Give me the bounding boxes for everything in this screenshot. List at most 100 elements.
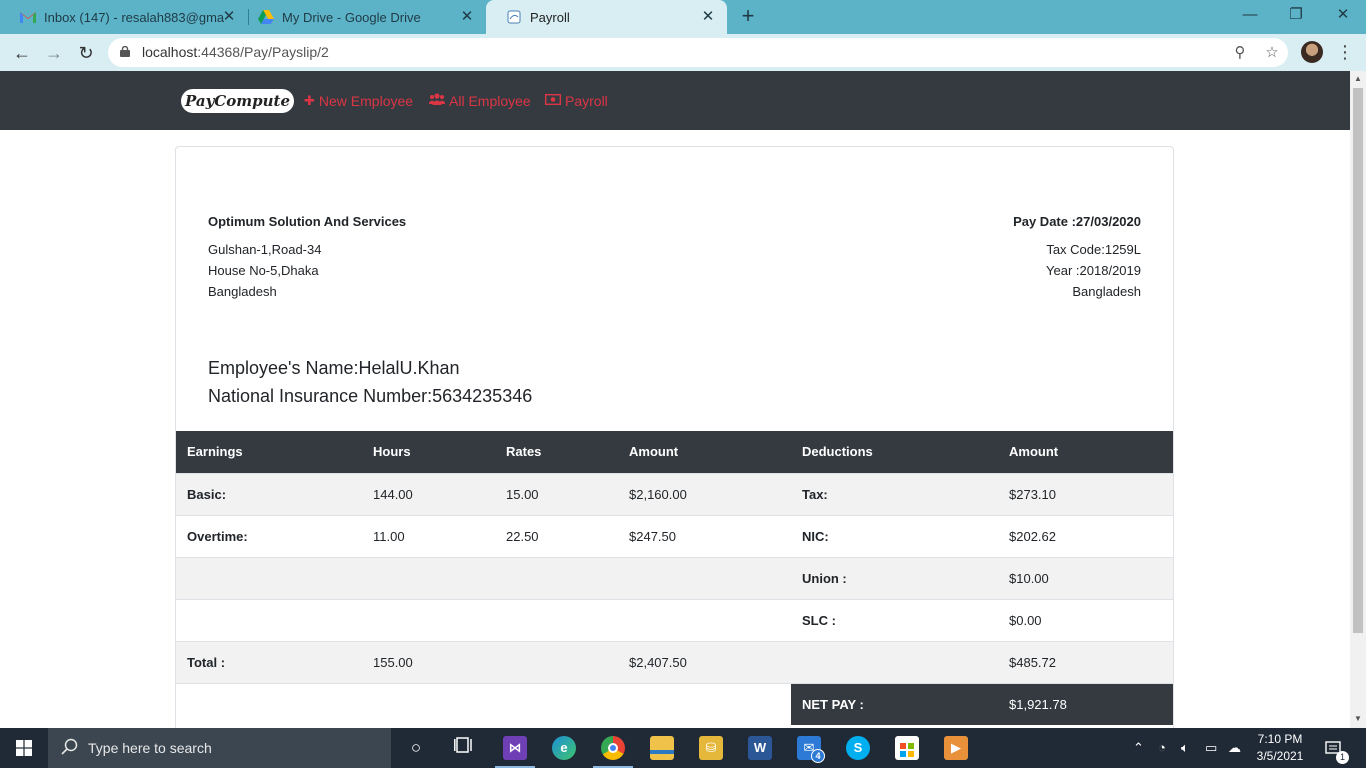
- close-tab-icon[interactable]: ✕: [699, 8, 717, 26]
- cortana-icon[interactable]: ○: [404, 736, 428, 760]
- search-placeholder: Type here to search: [88, 740, 212, 756]
- brand-logo[interactable]: PayCompute: [181, 89, 294, 113]
- table-row: Basic: 144.00 15.00 $2,160.00 Tax: $273.…: [176, 472, 1173, 515]
- total-label: Total :: [176, 640, 362, 683]
- gmail-icon: [20, 9, 36, 25]
- tab-title: Payroll: [530, 9, 570, 25]
- earning-label: Basic:: [176, 472, 362, 515]
- ni-number: National Insurance Number:5634235346: [208, 386, 533, 406]
- notification-icon[interactable]: 1: [1325, 728, 1349, 768]
- taskbar-search-input[interactable]: Type here to search: [48, 728, 391, 768]
- media-player-icon[interactable]: ▶: [944, 736, 968, 760]
- column-header: Deductions: [791, 431, 998, 473]
- zoom-icon[interactable]: ⚲: [1229, 42, 1251, 64]
- column-header: Earnings: [176, 431, 362, 473]
- clock-time: 7:10 PM: [1257, 732, 1303, 746]
- close-window-button[interactable]: ✕: [1320, 0, 1366, 30]
- tax-year: Year :2018/2019: [1046, 263, 1141, 278]
- forward-icon[interactable]: →: [41, 40, 67, 66]
- new-tab-button[interactable]: +: [737, 5, 759, 29]
- rate-cell: [495, 556, 618, 599]
- tab-payroll[interactable]: Payroll ✕: [486, 0, 727, 34]
- address-bar-row: ← → ↻ localhost:44368/Pay/Payslip/2 ⚲ ☆: [0, 34, 1366, 71]
- url-input[interactable]: localhost:44368/Pay/Payslip/2 ⚲ ☆: [108, 38, 1288, 67]
- employee-info: Employee's Name:HelalU.Khan National Ins…: [208, 354, 532, 410]
- chevron-up-icon[interactable]: ⌃: [1133, 728, 1144, 768]
- deduction-label: Union :: [791, 556, 998, 599]
- plus-icon: ✚: [304, 93, 315, 108]
- file-explorer-icon[interactable]: [650, 736, 674, 760]
- mail-badge: 4: [811, 749, 825, 763]
- amount-cell: [618, 598, 791, 641]
- users-icon: [428, 91, 446, 111]
- tab-gmail[interactable]: Inbox (147) - resalah883@gmail.c ✕: [0, 0, 248, 34]
- nav-new-employee[interactable]: ✚ New Employee: [304, 91, 413, 111]
- deduction-label: Tax:: [791, 472, 998, 515]
- address-line: House No-5,Dhaka: [208, 263, 319, 278]
- chrome-icon[interactable]: [601, 736, 625, 760]
- deduction-label: NIC:: [791, 514, 998, 557]
- table-row: Union : $10.00: [176, 556, 1173, 599]
- start-button[interactable]: [0, 728, 48, 768]
- scroll-up-icon[interactable]: ▲: [1354, 74, 1362, 83]
- onedrive-icon[interactable]: ☁: [1228, 728, 1241, 768]
- total-hours: 155.00: [362, 640, 495, 683]
- empty-cell: [362, 682, 495, 725]
- deduction-amount-cell: $202.62: [998, 514, 1173, 557]
- earning-label: [176, 598, 362, 641]
- total-row: Total : 155.00 $2,407.50 $485.72: [176, 640, 1173, 683]
- page-icon: [506, 9, 522, 25]
- scroll-down-icon[interactable]: ▼: [1354, 714, 1362, 723]
- deduction-label: [791, 640, 998, 683]
- skype-icon[interactable]: S: [846, 736, 870, 760]
- nav-all-employee[interactable]: All Employee: [428, 91, 531, 111]
- total-deductions: $485.72: [998, 640, 1173, 683]
- restore-button[interactable]: ❐: [1273, 0, 1319, 30]
- column-header: Rates: [495, 431, 618, 473]
- hours-cell: [362, 556, 495, 599]
- close-tab-icon[interactable]: ✕: [458, 8, 476, 26]
- lock-icon: [120, 46, 130, 57]
- search-icon: [61, 738, 78, 755]
- volume-icon[interactable]: 🔈︎: [1181, 728, 1189, 768]
- vertical-scrollbar[interactable]: ▲ ▼: [1350, 71, 1366, 728]
- column-header: Amount: [998, 431, 1173, 473]
- mail-icon[interactable]: ✉ 4: [797, 736, 825, 763]
- url-host: localhost: [142, 44, 198, 60]
- store-icon[interactable]: [895, 736, 919, 760]
- tab-title: Inbox (147) - resalah883@gmail.c: [44, 9, 224, 25]
- payslip-card: Optimum Solution And Services Gulshan-1,…: [175, 146, 1174, 728]
- nav-payroll[interactable]: Payroll: [544, 91, 608, 111]
- net-pay-row: NET PAY : $1,921.78: [176, 682, 1173, 725]
- country: Bangladesh: [1072, 284, 1141, 299]
- profile-avatar[interactable]: [1301, 41, 1323, 63]
- wifi-icon[interactable]: ◔: [1158, 728, 1166, 768]
- edge-icon[interactable]: e: [552, 736, 576, 760]
- visual-studio-icon[interactable]: ⋈: [503, 736, 527, 760]
- rate-cell: [495, 598, 618, 641]
- scrollbar-thumb[interactable]: [1353, 88, 1363, 633]
- amount-cell: $2,160.00: [618, 472, 791, 515]
- back-icon[interactable]: ←: [9, 40, 35, 66]
- tab-google-drive[interactable]: My Drive - Google Drive ✕: [238, 0, 486, 34]
- company-info: Optimum Solution And Services Gulshan-1,…: [208, 211, 406, 302]
- task-view-icon[interactable]: [452, 736, 476, 760]
- menu-icon[interactable]: ⋮: [1336, 40, 1354, 64]
- battery-icon[interactable]: ▭: [1205, 728, 1217, 768]
- taskbar-clock[interactable]: 7:10 PM 3/5/2021: [1252, 731, 1308, 765]
- browser-tabstrip: Inbox (147) - resalah883@gmail.c ✕ My Dr…: [0, 0, 1366, 34]
- minimize-button[interactable]: —: [1227, 0, 1273, 30]
- reload-icon[interactable]: ↻: [73, 40, 99, 66]
- empty-cell: [618, 682, 791, 725]
- word-icon[interactable]: W: [748, 736, 772, 760]
- database-tool-icon[interactable]: ⛁: [699, 736, 723, 760]
- deduction-label: SLC :: [791, 598, 998, 641]
- clock-date: 3/5/2021: [1256, 749, 1304, 763]
- column-header: Hours: [362, 431, 495, 473]
- rate-cell: 15.00: [495, 472, 618, 515]
- address-line: Gulshan-1,Road-34: [208, 242, 322, 257]
- tax-code: Tax Code:1259L: [1046, 242, 1141, 257]
- close-tab-icon[interactable]: ✕: [220, 8, 238, 26]
- amount-cell: [618, 556, 791, 599]
- star-icon[interactable]: ☆: [1261, 42, 1283, 64]
